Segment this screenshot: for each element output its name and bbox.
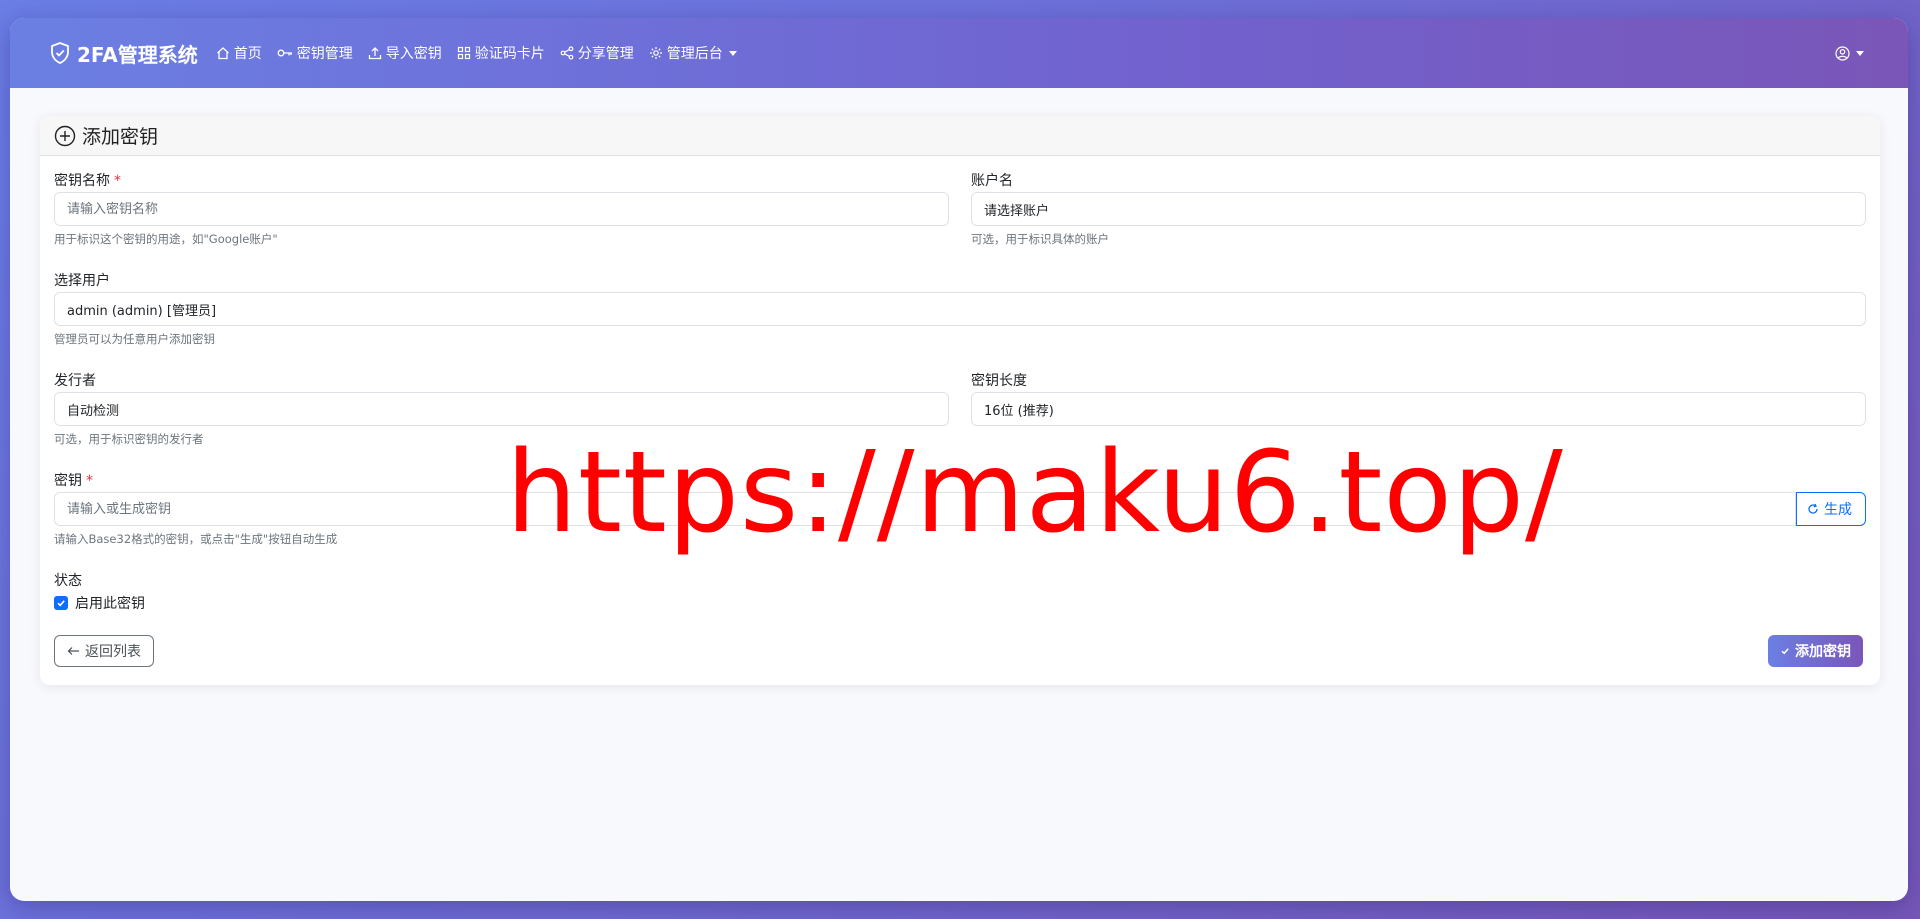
secret-length-select[interactable]: 16位 (推荐): [971, 392, 1866, 426]
user-select-help: 管理员可以为任意用户添加密钥: [54, 332, 215, 346]
generate-button-label: 生成: [1824, 502, 1852, 518]
account-help: 可选，用于标识具体的账户: [971, 232, 1109, 246]
card-title: 添加密钥: [82, 126, 159, 148]
secret-length-label: 密钥长度: [971, 373, 1027, 389]
nav-item-label: 首页: [233, 46, 262, 62]
label-text: 密钥: [54, 473, 82, 489]
grid-icon: [457, 46, 470, 60]
nav-item-label: 密钥管理: [296, 46, 353, 62]
secret-label: 密钥 *: [54, 470, 93, 490]
account-select[interactable]: 请选择账户: [971, 192, 1866, 226]
nav-item-label: 分享管理: [577, 46, 634, 62]
required-asterisk: *: [86, 473, 93, 489]
secret-input[interactable]: [54, 492, 1796, 526]
secret-name-label: 密钥名称 *: [54, 170, 121, 190]
issuer-input[interactable]: 自动检测: [54, 392, 949, 426]
enable-secret-checkbox[interactable]: [54, 596, 68, 610]
checkmark-icon: [57, 600, 65, 607]
generate-button[interactable]: 生成: [1796, 492, 1866, 526]
back-to-list-button[interactable]: 返回列表: [54, 635, 154, 667]
nav-item-label: 管理后台: [666, 46, 723, 62]
top-navbar: 2FA管理系统 首页 密钥管理 导入密钥 验证码卡片 分享管理 管理后台: [10, 18, 1908, 88]
user-menu-toggle[interactable]: [1835, 45, 1864, 61]
secret-help: 请输入Base32格式的密钥，或点击"生成"按钮自动生成: [54, 532, 338, 546]
home-icon: [216, 47, 229, 60]
label-text: 密钥名称: [54, 173, 110, 189]
nav-item-share[interactable]: 分享管理: [560, 43, 634, 63]
back-button-label: 返回列表: [85, 644, 141, 660]
chevron-down-icon: [1856, 50, 1864, 56]
secret-name-help: 用于标识这个密钥的用途，如"Google账户": [54, 232, 278, 246]
checkmark-icon: [1781, 648, 1789, 655]
plus-circle-icon: [54, 125, 76, 146]
nav-item-import[interactable]: 导入密钥: [368, 43, 442, 63]
secret-length-value: 16位 (推荐): [984, 403, 1054, 419]
enable-secret-checkbox-row[interactable]: 启用此密钥: [54, 593, 145, 613]
brand[interactable]: 2FA管理系统: [50, 39, 198, 68]
upload-icon: [368, 47, 381, 60]
secret-name-input[interactable]: [54, 192, 949, 226]
chevron-down-icon: [728, 50, 737, 56]
shield-check-icon: [51, 42, 69, 64]
required-asterisk: *: [114, 173, 121, 189]
nav-item-label: 导入密钥: [385, 46, 442, 62]
user-select-label: 选择用户: [54, 273, 110, 289]
refresh-icon: [1808, 503, 1818, 514]
user-select-value: admin (admin) [管理员]: [67, 303, 217, 319]
nav-item-home[interactable]: 首页: [216, 43, 262, 63]
share-icon: [560, 46, 574, 60]
issuer-label: 发行者: [54, 373, 96, 389]
key-icon: [277, 49, 292, 57]
status-label: 状态: [54, 573, 82, 589]
app-window: 2FA管理系统 首页 密钥管理 导入密钥 验证码卡片 分享管理 管理后台 添加密…: [10, 18, 1908, 901]
issuer-help: 可选，用于标识密钥的发行者: [54, 432, 204, 446]
user-select[interactable]: admin (admin) [管理员]: [54, 292, 1866, 326]
nav-item-keys[interactable]: 密钥管理: [277, 43, 353, 63]
account-label: 账户名: [971, 173, 1013, 189]
gear-icon: [649, 47, 662, 59]
nav-item-label: 验证码卡片: [474, 46, 545, 62]
submit-button-label: 添加密钥: [1795, 644, 1851, 660]
brand-title: 2FA管理系统: [77, 42, 198, 67]
enable-secret-label: 启用此密钥: [75, 596, 145, 612]
nav-item-cards[interactable]: 验证码卡片: [457, 43, 545, 63]
add-secret-submit-button[interactable]: 添加密钥: [1768, 635, 1863, 667]
user-circle-icon: [1835, 45, 1850, 61]
arrow-left-icon: [67, 647, 79, 655]
card-header: 添加密钥: [40, 116, 1880, 156]
nav-item-admin[interactable]: 管理后台: [649, 43, 737, 63]
issuer-value: 自动检测: [67, 403, 120, 419]
add-secret-card: 添加密钥 密钥名称* 用于标识这个密钥的用途，如"Google账户" 账户名 请…: [40, 116, 1880, 685]
account-select-value: 请选择账户: [984, 203, 1050, 219]
